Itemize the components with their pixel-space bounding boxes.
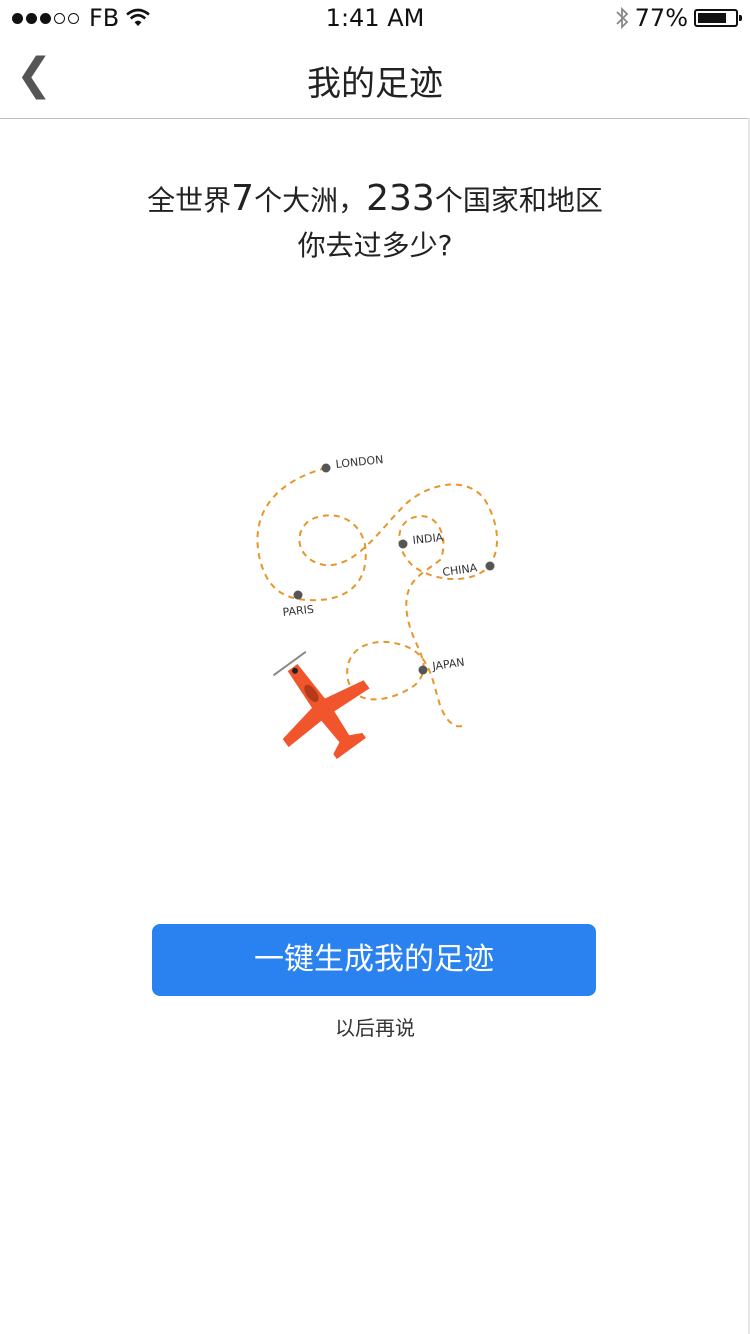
intro-line-1: 全世界7个大洲，233个国家和地区 [0,176,750,224]
battery-percent: 77% [634,4,688,32]
status-bar: FB 1:41 AM 77% [0,0,750,36]
intro-line-2: 你去过多少? [297,229,453,262]
flight-route-path [256,467,498,728]
india-marker [398,539,408,549]
status-right: 77% [615,4,742,32]
london-marker [321,463,331,473]
intro-part-2: 个大洲， [254,184,367,217]
battery-level-fill [698,13,726,23]
travel-map-illustration: LONDON PARIS INDIA CHINA JAPAN [256,453,498,760]
intro-part-1: 全世界 [147,184,232,217]
japan-marker [418,665,428,675]
london-label: LONDON [335,453,384,471]
paris-label: PARIS [282,603,315,619]
navigation-bar: ❮ 我的足迹 [0,36,750,119]
later-container: 以后再说 [0,1012,750,1041]
continent-count: 7 [231,178,255,219]
airplane-icon [272,650,370,760]
intro-text: 全世界7个大洲，233个国家和地区 你去过多少? [0,176,750,268]
paris-marker [293,590,303,600]
country-count: 233 [366,178,435,219]
battery-icon [694,9,742,27]
later-link[interactable]: 以后再说 [335,1016,415,1040]
generate-footprint-button[interactable]: 一键生成我的足迹 [152,924,596,996]
page-title: 我的足迹 [307,64,443,104]
bluetooth-icon [616,6,628,30]
japan-label: JAPAN [431,656,466,674]
intro-part-3: 个国家和地区 [434,184,603,217]
india-label: INDIA [412,531,444,547]
china-marker [485,561,495,571]
